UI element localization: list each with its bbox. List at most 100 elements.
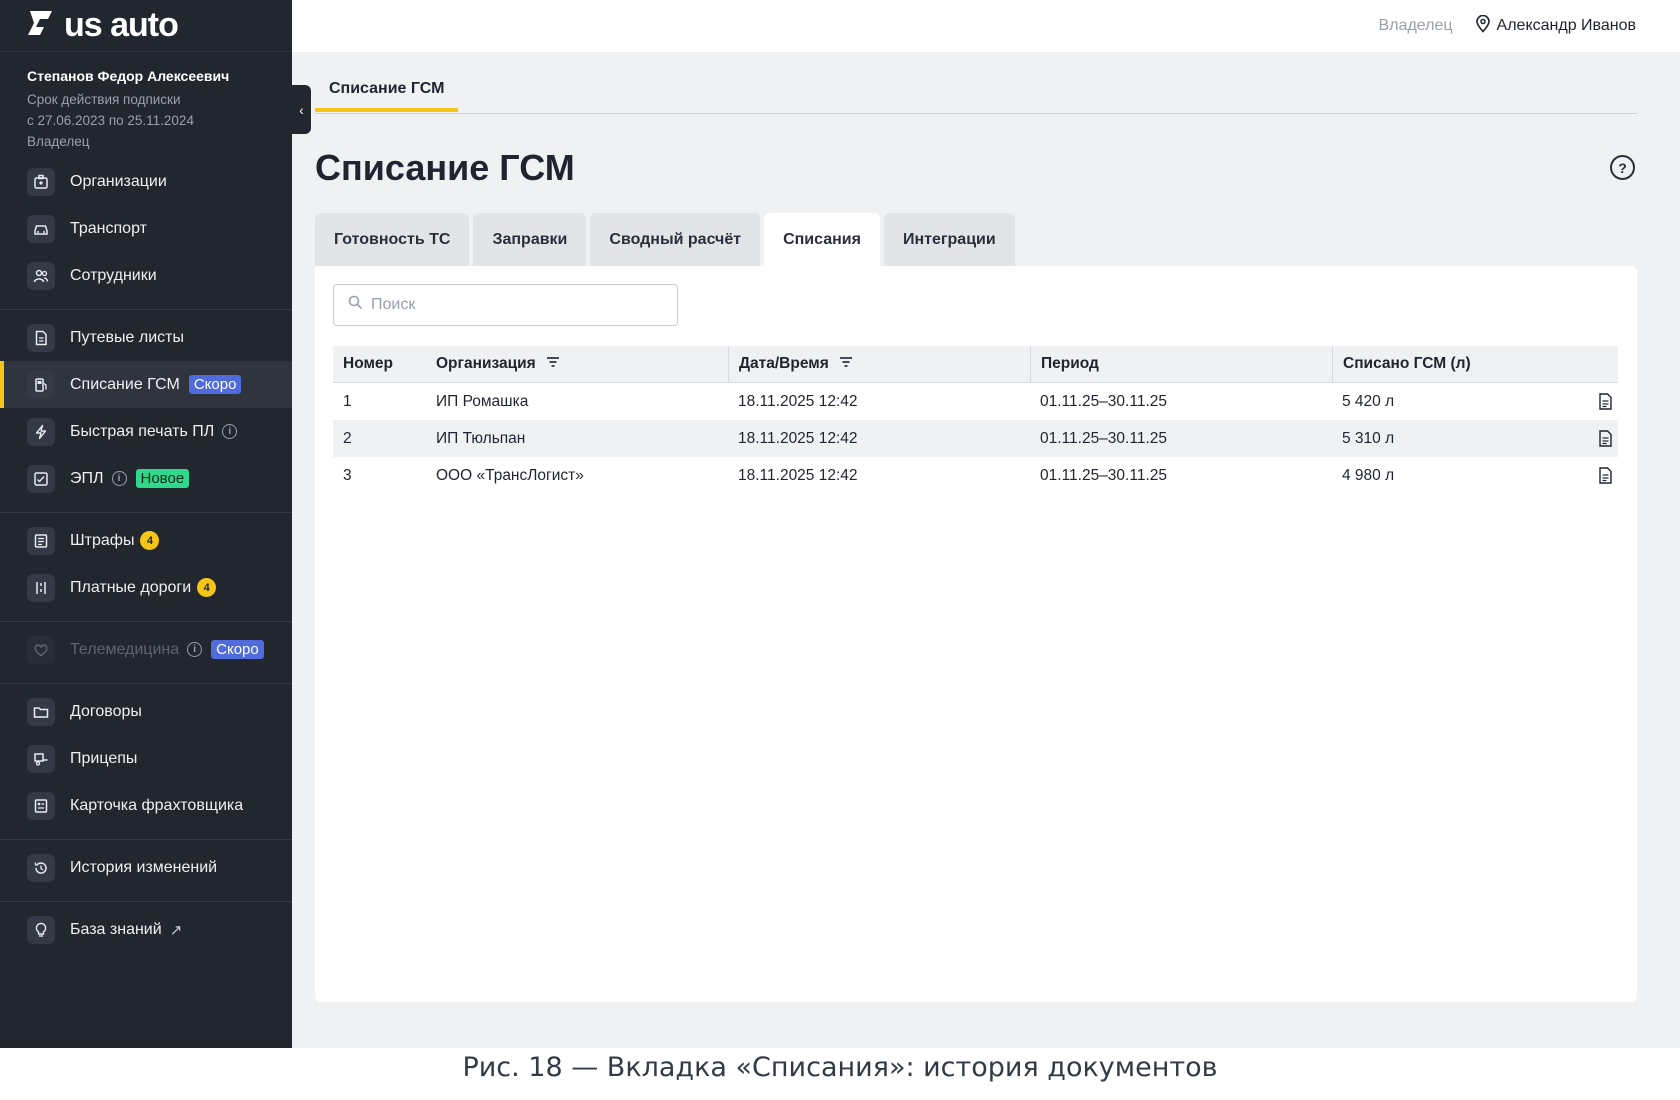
tab-vehicle-readiness[interactable]: Готовность ТС: [315, 213, 470, 266]
trailer-icon: [27, 744, 55, 773]
sidebar-item-epl[interactable]: ЭПЛ i Новое: [0, 455, 292, 502]
table-row[interactable]: 2 ИП Тюльпан 18.11.2025 12:42 01.11.25–3…: [333, 420, 1618, 457]
cell-period: 01.11.25–30.11.25: [1040, 429, 1167, 447]
logo[interactable]: us auto: [0, 0, 292, 52]
car-icon: [27, 214, 55, 243]
logo-mark-icon: [26, 9, 56, 42]
sidebar-item-quick-print[interactable]: Быстрая печать ПЛ i: [0, 408, 292, 455]
column-header-label: Номер: [343, 355, 394, 372]
main-content: Списание ГСМ Списание ГСМ ? Готовность Т…: [292, 52, 1680, 1048]
cell-fuel: 5 310 л: [1342, 429, 1395, 447]
cell-number: 3: [343, 466, 352, 484]
new-badge: Новое: [135, 469, 190, 488]
subscription-label: Срок действия подписки: [27, 92, 181, 107]
document-icon[interactable]: [1598, 467, 1618, 484]
road-icon: [27, 573, 55, 602]
nav-group-payments: Штрафы 4 Платные дороги 4: [0, 513, 292, 622]
writeoffs-panel: Номер Организация Дата/Время Период Спис…: [315, 266, 1637, 1002]
breadcrumb-tab-fuel-writeoff[interactable]: Списание ГСМ: [315, 80, 459, 112]
cell-organization: ООО «ТрансЛогист»: [436, 466, 584, 484]
tab-refuels[interactable]: Заправки: [473, 213, 587, 266]
sidebar: us auto Степанов Федор Алексеевич Срок д…: [0, 0, 292, 1048]
sidebar-item-label: Прицепы: [70, 749, 138, 767]
table-row[interactable]: 1 ИП Ромашка 18.11.2025 12:42 01.11.25–3…: [333, 383, 1618, 420]
sidebar-item-fines[interactable]: Штрафы 4: [0, 517, 292, 564]
sidebar-item-trailers[interactable]: Прицепы: [0, 735, 292, 782]
cell-datetime: 18.11.2025 12:42: [738, 466, 858, 484]
sidebar-item-carrier-card[interactable]: Карточка фрахтовщика: [0, 782, 292, 829]
sidebar-item-waybills[interactable]: Путевые листы: [0, 314, 292, 361]
user-name: Александр Иванов: [1496, 17, 1636, 34]
document-icon: [27, 323, 55, 352]
sidebar-item-knowledge-base[interactable]: База знаний ↗: [0, 906, 292, 953]
table-header: Номер Организация Дата/Время Период Спис…: [333, 345, 1618, 383]
table-row[interactable]: 3 ООО «ТрансЛогист» 18.11.2025 12:42 01.…: [333, 457, 1618, 494]
app-window: us auto Степанов Федор Алексеевич Срок д…: [0, 0, 1680, 1050]
info-icon[interactable]: i: [111, 471, 127, 486]
column-header-fuel-written-off: Списано ГСМ (л): [1332, 345, 1598, 383]
sidebar-item-employees[interactable]: Сотрудники: [0, 252, 292, 299]
sidebar-item-label: Платные дороги: [70, 578, 192, 596]
subscription-period: с 27.06.2023 по 25.11.2024: [27, 113, 194, 128]
sidebar-item-label: Быстрая печать ПЛ: [70, 422, 215, 440]
tab-summary[interactable]: Сводный расчёт: [590, 213, 761, 266]
list-icon: [27, 526, 55, 555]
people-icon: [27, 261, 55, 290]
nav-group-documents: Путевые листы Списание ГСМ Скоро Быстрая…: [0, 310, 292, 513]
sidebar-item-label: ЭПЛ: [70, 469, 104, 487]
document-icon[interactable]: [1598, 393, 1618, 410]
info-icon[interactable]: i: [222, 424, 238, 439]
sidebar-collapse-button[interactable]: ‹: [292, 85, 311, 134]
sidebar-item-label: История изменений: [70, 858, 218, 876]
sidebar-item-contracts[interactable]: Договоры: [0, 688, 292, 735]
tab-bar: Готовность ТС Заправки Сводный расчёт Сп…: [315, 213, 1015, 266]
filter-icon[interactable]: [839, 355, 853, 373]
breadcrumb-divider: [315, 113, 1637, 114]
sidebar-item-toll-roads[interactable]: Платные дороги 4: [0, 564, 292, 611]
sidebar-item-history[interactable]: История изменений: [0, 844, 292, 891]
toll-count-badge: 4: [197, 578, 217, 597]
sidebar-item-label: Списание ГСМ: [70, 375, 180, 393]
column-header-label: Списано ГСМ (л): [1343, 355, 1471, 372]
building-icon: [27, 167, 55, 196]
sidebar-item-label: База знаний: [70, 920, 162, 938]
sidebar-item-label: Договоры: [70, 702, 142, 720]
column-header-label: Дата/Время: [739, 355, 829, 372]
soon-badge: Скоро: [188, 375, 242, 394]
search-input[interactable]: [371, 296, 661, 314]
filter-icon[interactable]: [546, 355, 560, 373]
cell-period: 01.11.25–30.11.25: [1040, 466, 1167, 484]
column-header-label: Период: [1041, 355, 1099, 372]
writeoffs-table: Номер Организация Дата/Время Период Спис…: [333, 345, 1618, 494]
sidebar-item-fuel-writeoff[interactable]: Списание ГСМ Скоро: [0, 361, 292, 408]
help-icon[interactable]: ?: [1610, 155, 1635, 180]
folder-icon: [27, 697, 55, 726]
sidebar-item-telemedicine: Телемедицина i Скоро: [0, 626, 292, 673]
cell-datetime: 18.11.2025 12:42: [738, 429, 858, 447]
column-header-organization[interactable]: Организация: [426, 346, 728, 383]
sidebar-item-label: Транспорт: [70, 219, 147, 237]
fuel-icon: [27, 370, 55, 399]
sidebar-item-organizations[interactable]: Организации: [0, 158, 292, 205]
column-header-datetime[interactable]: Дата/Время: [728, 345, 1030, 383]
soon-badge: Скоро: [211, 640, 264, 659]
tab-integrations[interactable]: Интеграции: [883, 213, 1015, 266]
cell-fuel: 5 420 л: [1342, 392, 1395, 410]
heart-icon: [27, 635, 55, 664]
column-header-label: Организация: [436, 355, 536, 372]
topbar: Владелец Александр Иванов: [292, 0, 1680, 52]
cell-number: 1: [343, 392, 352, 410]
sidebar-item-label: Штрафы: [70, 531, 135, 549]
lightning-icon: [27, 417, 55, 446]
figure-caption: Рис. 18 — Вкладка «Списания»: история до…: [462, 1052, 1218, 1083]
user-menu[interactable]: Александр Иванов: [1475, 14, 1636, 38]
document-icon[interactable]: [1598, 430, 1618, 447]
epl-icon: [27, 464, 55, 493]
cell-organization: ИП Тюльпан: [436, 429, 526, 447]
sidebar-item-transport[interactable]: Транспорт: [0, 205, 292, 252]
chevron-left-icon: ‹: [299, 101, 304, 118]
info-icon[interactable]: i: [187, 642, 203, 657]
cell-period: 01.11.25–30.11.25: [1040, 392, 1167, 410]
tab-writeoffs[interactable]: Списания: [764, 213, 880, 266]
nav-group-knowledge: База знаний ↗: [0, 902, 292, 963]
